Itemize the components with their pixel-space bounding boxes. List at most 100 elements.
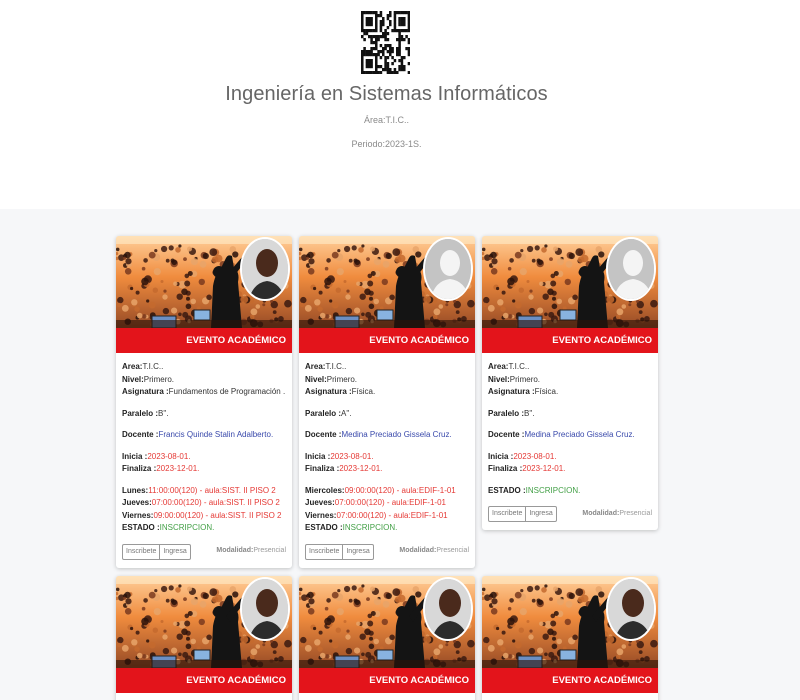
event-ribbon: EVENTO ACADÉMICO xyxy=(299,328,475,353)
schedule-value: 09:00:00(120) - aula:EDIF-1-01 xyxy=(344,485,456,495)
teacher-photo xyxy=(606,577,656,641)
modalidad: Modalidad:Presencial xyxy=(582,508,652,521)
asignatura-value: Fundamentos de Programación . xyxy=(168,387,286,396)
area-label: Area: xyxy=(488,362,509,371)
teacher-photo xyxy=(423,577,473,641)
asignatura-label: Asignatura : xyxy=(122,387,169,396)
event-ribbon: EVENTO ACADÉMICO xyxy=(482,668,658,693)
inscribete-button[interactable]: Inscribete xyxy=(122,543,161,560)
schedule-day: Jueves: xyxy=(305,498,335,507)
course-card: EVENTO ACADÉMICO Area:T.I.C.. Nivel:Primer… xyxy=(299,236,475,568)
estado-label: ESTADO : xyxy=(305,523,343,532)
docente-link[interactable]: Medina Preciado Gissela Cruz. xyxy=(341,430,451,439)
modalidad-label: Modalidad: xyxy=(399,547,437,555)
course-card: EVENTO ACADÉMICO Area:T.I.C.. Nivel:Primer… xyxy=(482,236,658,530)
paralelo-label: Paralelo : xyxy=(488,408,525,418)
course-card: EVENTO ACADÉMICO xyxy=(299,576,475,700)
paralelo-label: Paralelo : xyxy=(122,408,159,418)
area-subtitle: Área:T.I.C.. xyxy=(363,115,409,125)
finaliza-label: Finaliza : xyxy=(305,464,340,473)
asignatura-label: Asignatura : xyxy=(305,387,352,396)
modalidad-label: Modalidad: xyxy=(216,547,254,555)
page-header: Ingeniería en Sistemas Informáticos Área… xyxy=(0,0,800,209)
card-body: Area:T.I.C.. Nivel:Primero. Asignatura :Fí… xyxy=(482,353,658,530)
event-ribbon: EVENTO ACADÉMICO xyxy=(482,328,658,353)
card-body: Area:T.I.C.. Nivel:Primero. Asignatura :Fu… xyxy=(116,353,292,568)
nivel-value: Primero. xyxy=(143,374,175,384)
nivel-value: Primero. xyxy=(509,374,541,384)
course-card: EVENTO ACADÉMICO xyxy=(482,576,658,700)
finaliza-value: 2023-12-01. xyxy=(522,464,566,473)
event-ribbon: EVENTO ACADÉMICO xyxy=(116,668,292,693)
inicia-label: Inicia : xyxy=(488,451,514,461)
schedule-day: Jueves: xyxy=(122,498,152,507)
nivel-label: Nivel: xyxy=(305,374,327,384)
finaliza-value: 2023-12-01. xyxy=(156,464,200,473)
card-footer: Inscribete Ingresa Modalidad:Presencial xyxy=(305,543,469,560)
docente-label: Docente : xyxy=(305,430,342,439)
asignatura-value: Física. xyxy=(351,387,376,396)
schedule-value: 07:00:00(120) - aula:EDIF-1-01 xyxy=(336,510,448,520)
area-value: T.I.C.. xyxy=(508,362,530,371)
modalidad-value: Presencial xyxy=(253,547,286,555)
teacher-photo xyxy=(240,237,290,301)
inicia-value: 2023-08-01. xyxy=(330,451,374,461)
event-banner: EVENTO ACADÉMICO xyxy=(116,236,292,353)
paralelo-value: B". xyxy=(158,408,169,418)
nivel-label: Nivel: xyxy=(122,374,144,384)
docente-link[interactable]: Medina Preciado Gissela Cruz. xyxy=(524,430,634,439)
paralelo-value: B". xyxy=(524,408,535,418)
card-body: Area:T.I.C.. Nivel:Primero. Asignatura :Fí… xyxy=(299,353,475,568)
card-actions: Inscribete Ingresa xyxy=(122,543,191,560)
paralelo-label: Paralelo : xyxy=(305,408,342,418)
avatar-placeholder-icon xyxy=(423,237,473,301)
schedule-day: Viernes: xyxy=(122,510,154,520)
card-footer: Inscribete Ingresa Modalidad:Presencial xyxy=(122,543,286,560)
qr-code-icon xyxy=(361,11,410,74)
periodo-subtitle: Periodo:2023-1S. xyxy=(351,139,422,149)
card-actions: Inscribete Ingresa xyxy=(305,543,374,560)
nivel-label: Nivel: xyxy=(488,374,510,384)
estado-label: ESTADO : xyxy=(488,485,526,495)
schedule-value: 07:00:00(120) - aula:EDIF-1-01 xyxy=(334,498,446,507)
ingresa-button[interactable]: Ingresa xyxy=(160,543,191,560)
estado-value: INSCRIPCION. xyxy=(525,485,581,495)
teacher-photo xyxy=(240,577,290,641)
nivel-value: Primero. xyxy=(326,374,358,384)
area-value: T.I.C.. xyxy=(325,362,347,371)
event-banner: EVENTO ACADÉMICO xyxy=(482,236,658,353)
inicia-value: 2023-08-01. xyxy=(513,451,557,461)
modalidad: Modalidad:Presencial xyxy=(216,545,286,558)
event-banner: EVENTO ACADÉMICO xyxy=(116,576,292,693)
schedule-day: Lunes: xyxy=(122,485,149,495)
schedule-value: 09:00:00(120) - aula:SIST. II PISO 2 xyxy=(153,510,282,520)
course-card: EVENTO ACADÉMICO Area:T.I.C.. Nivel:Primer… xyxy=(116,236,292,568)
event-ribbon: EVENTO ACADÉMICO xyxy=(116,328,292,353)
event-banner: EVENTO ACADÉMICO xyxy=(299,236,475,353)
asignatura-label: Asignatura : xyxy=(488,387,535,396)
docente-label: Docente : xyxy=(488,430,525,439)
area-label: Area: xyxy=(122,362,143,371)
finaliza-label: Finaliza : xyxy=(122,464,157,473)
paralelo-value: A". xyxy=(341,408,352,418)
modalidad-label: Modalidad: xyxy=(582,509,620,517)
docente-link[interactable]: Francis Quinde Stalin Adalberto. xyxy=(158,430,273,439)
schedule-day: Viernes: xyxy=(305,510,337,520)
ingresa-button[interactable]: Ingresa xyxy=(526,506,557,522)
estado-label: ESTADO : xyxy=(122,523,160,532)
modalidad-value: Presencial xyxy=(619,509,652,517)
ingresa-button[interactable]: Ingresa xyxy=(343,543,374,560)
area-value: T.I.C.. xyxy=(142,362,164,371)
inscribete-button[interactable]: Inscribete xyxy=(488,506,527,522)
card-actions: Inscribete Ingresa xyxy=(488,506,557,522)
inicia-value: 2023-08-01. xyxy=(147,451,191,461)
avatar-placeholder-icon xyxy=(606,237,656,301)
course-card: EVENTO ACADÉMICO xyxy=(116,576,292,700)
event-banner: EVENTO ACADÉMICO xyxy=(482,576,658,693)
inscribete-button[interactable]: Inscribete xyxy=(305,543,344,560)
finaliza-value: 2023-12-01. xyxy=(339,464,383,473)
inicia-label: Inicia : xyxy=(305,451,331,461)
schedule-value: 11:00:00(120) - aula:SIST. II PISO 2 xyxy=(148,485,276,495)
event-banner: EVENTO ACADÉMICO xyxy=(299,576,475,693)
docente-label: Docente : xyxy=(122,430,159,439)
